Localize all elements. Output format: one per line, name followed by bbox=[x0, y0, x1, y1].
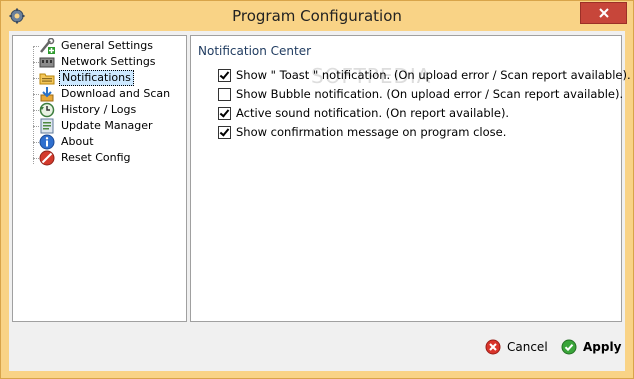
cancel-icon bbox=[485, 339, 501, 355]
apply-button[interactable]: Apply bbox=[561, 339, 621, 355]
section-title: Notification Center bbox=[198, 44, 312, 58]
tree-item-notifications[interactable]: Notifications bbox=[39, 70, 134, 86]
tree-item-label: History / Logs bbox=[61, 103, 137, 116]
close-button[interactable] bbox=[580, 2, 627, 24]
tree-item-about[interactable]: About bbox=[39, 134, 96, 150]
toast-notification-checkbox[interactable]: Show " Toast " notification. (On upload … bbox=[218, 68, 631, 82]
checkbox-box[interactable] bbox=[218, 87, 231, 101]
option-label: Show confirmation message on program clo… bbox=[236, 125, 507, 139]
tree-connector bbox=[33, 46, 34, 164]
notification-settings-panel: Notification Center SOFTPEDIA Show " Toa… bbox=[190, 35, 631, 322]
reset-icon bbox=[39, 150, 55, 166]
title-bar[interactable]: Program Configuration bbox=[1, 1, 633, 31]
tree-item-update-manager[interactable]: Update Manager bbox=[39, 118, 155, 134]
close-confirmation-checkbox[interactable]: Show confirmation message on program clo… bbox=[218, 125, 506, 139]
notifications-folder-icon bbox=[39, 73, 55, 85]
update-manager-icon bbox=[40, 118, 54, 134]
network-icon bbox=[39, 57, 55, 68]
download-scan-icon bbox=[40, 87, 54, 102]
checkbox-box[interactable] bbox=[218, 68, 231, 82]
tree-item-label: Download and Scan bbox=[61, 87, 171, 100]
close-icon bbox=[598, 8, 609, 18]
tree-item-label: Update Manager bbox=[61, 119, 153, 132]
tree-item-label: General Settings bbox=[61, 39, 153, 52]
history-clock-icon bbox=[39, 102, 55, 118]
cancel-label: Cancel bbox=[507, 340, 548, 354]
checkbox-box[interactable] bbox=[218, 125, 231, 139]
cancel-button[interactable]: Cancel bbox=[485, 339, 548, 355]
settings-tree[interactable]: General Settings Network Settings Notifi… bbox=[12, 35, 187, 322]
sound-notification-checkbox[interactable]: Active sound notification. (On report av… bbox=[218, 106, 509, 120]
tree-item-reset-config[interactable]: Reset Config bbox=[39, 150, 133, 166]
option-label: Show " Toast " notification. (On upload … bbox=[236, 68, 631, 82]
tree-item-label: About bbox=[61, 135, 94, 148]
dialog-client-area: General Settings Network Settings Notifi… bbox=[9, 31, 631, 371]
option-label: Show Bubble notification. (On upload err… bbox=[236, 87, 624, 101]
tree-item-label: Network Settings bbox=[61, 55, 156, 68]
window-title: Program Configuration bbox=[232, 7, 402, 25]
program-configuration-window: Program Configuration General Settings N… bbox=[0, 0, 634, 379]
tools-add-icon bbox=[40, 38, 55, 54]
tree-item-download-and-scan[interactable]: Download and Scan bbox=[39, 86, 172, 102]
info-icon bbox=[39, 134, 55, 150]
checkmark-icon bbox=[561, 339, 577, 355]
option-label: Active sound notification. (On report av… bbox=[236, 106, 510, 120]
tree-item-general-settings[interactable]: General Settings bbox=[39, 38, 155, 54]
tree-item-label: Notifications bbox=[59, 70, 134, 86]
checkbox-box[interactable] bbox=[218, 106, 231, 120]
tree-item-label: Reset Config bbox=[61, 151, 131, 164]
apply-label: Apply bbox=[583, 340, 622, 354]
tree-item-network-settings[interactable]: Network Settings bbox=[39, 54, 158, 70]
tree-item-history-logs[interactable]: History / Logs bbox=[39, 102, 138, 118]
bubble-notification-checkbox[interactable]: Show Bubble notification. (On upload err… bbox=[218, 87, 623, 101]
